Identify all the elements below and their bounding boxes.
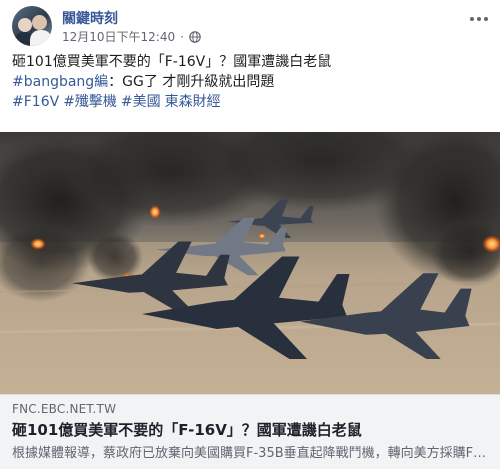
post-header: 關鍵時刻 12月10日下午12:40 · xyxy=(12,6,492,46)
page-avatar[interactable] xyxy=(12,6,52,46)
link-preview-image[interactable] xyxy=(0,132,500,394)
link-preview[interactable]: FNC.EBC.NET.TW 砸101億買美軍不要的「F-16V」？國軍遭譏白老… xyxy=(0,394,500,469)
hashtag-link[interactable]: 東森財經 xyxy=(165,94,221,110)
hashtag-list: #F16V #殲擊機 #美國 東森財經 xyxy=(12,92,488,112)
link-description: 根據媒體報導，蔡政府已放棄向美國購買F-35B垂直起降戰鬥機，轉向美方採購F-1… xyxy=(12,446,490,461)
hashtag-link[interactable]: #殲擊機 xyxy=(63,94,117,110)
hashtag-link[interactable]: #bangbang編 xyxy=(12,74,108,90)
page-name-link[interactable]: 關鍵時刻 xyxy=(62,8,118,28)
facebook-post: 關鍵時刻 12月10日下午12:40 · 砸101億買美軍不要的「F-16V」？… xyxy=(0,0,500,469)
meta-separator: · xyxy=(180,29,184,44)
post-text-line2: #bangbang編：GG了 才剛升級就出問題 xyxy=(12,72,488,92)
link-title[interactable]: 砸101億買美軍不要的「F-16V」？國軍遭譏白老鼠 xyxy=(12,419,362,440)
post-text-line1: 砸101億買美軍不要的「F-16V」？國軍遭譏白老鼠 xyxy=(12,54,332,70)
post-text: 砸101億買美軍不要的「F-16V」？國軍遭譏白老鼠 #bangbang編：GG… xyxy=(12,52,488,112)
hashtag-link[interactable]: #F16V xyxy=(12,94,59,110)
post-timestamp[interactable]: 12月10日下午12:40 xyxy=(62,28,175,45)
hashtag-link[interactable]: #美國 xyxy=(121,94,161,110)
globe-icon xyxy=(189,30,201,43)
post-text-line2-rest: ：GG了 才剛升級就出問題 xyxy=(108,74,275,90)
link-domain: FNC.EBC.NET.TW xyxy=(12,402,117,416)
more-options-icon[interactable] xyxy=(468,12,490,26)
post-meta: 12月10日下午12:40 · xyxy=(62,28,201,45)
